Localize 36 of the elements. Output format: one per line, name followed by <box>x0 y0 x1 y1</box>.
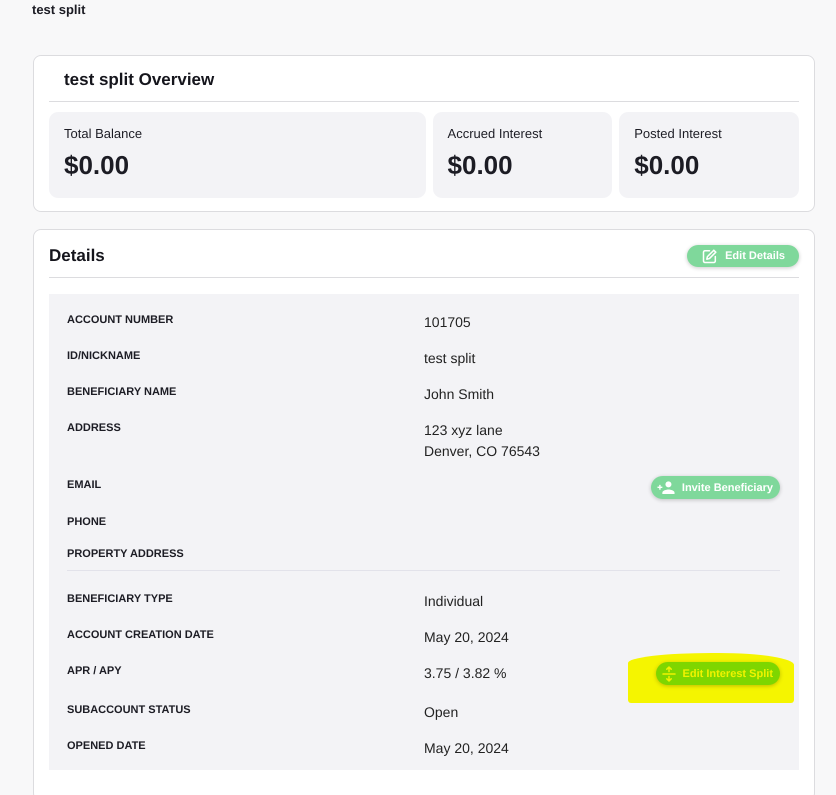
stat-value: $0.00 <box>448 150 514 180</box>
field-label: BENEFICIARY NAME <box>67 385 178 400</box>
add-person-icon <box>656 481 675 494</box>
field-value: test split <box>424 349 476 368</box>
field-label: PHONE <box>67 515 108 530</box>
edit-interest-split-button[interactable]: Edit Interest Split <box>656 662 780 685</box>
field-value: Open <box>424 702 460 722</box>
page-title: test split <box>32 2 86 18</box>
field-value: Individual <box>424 592 484 611</box>
field-label: APR / APY <box>67 664 123 679</box>
invite-beneficiary-button[interactable]: Invite Beneficiary <box>650 476 780 499</box>
field-label: ID/NICKNAME <box>67 349 142 364</box>
field-value: 3.75 / 3.82 % <box>424 664 508 683</box>
field-value: John Smith <box>424 385 496 404</box>
field-label: ADDRESS <box>67 421 122 436</box>
field-value: 101705 <box>424 313 472 332</box>
field-value: May 20, 2024 <box>424 628 510 647</box>
split-arrows-icon <box>662 666 676 682</box>
field-label: SUBACCOUNT STATUS <box>67 702 192 718</box>
edit-details-button[interactable]: Edit Details <box>687 245 799 267</box>
field-label: EMAIL <box>67 478 102 493</box>
field-label: OPENED DATE <box>67 738 147 754</box>
stat-label: Accrued Interest <box>448 126 544 142</box>
field-label: ACCOUNT NUMBER <box>67 313 174 328</box>
field-value: 123 xyz lane Denver, CO 76543 <box>424 421 541 461</box>
stat-value: $0.00 <box>634 150 700 180</box>
field-label: ACCOUNT CREATION DATE <box>67 628 215 643</box>
edit-icon <box>702 248 718 264</box>
stat-label: Posted Interest <box>634 126 723 142</box>
details-title: Details <box>49 245 105 267</box>
field-value: May 20, 2024 <box>424 738 510 758</box>
field-label: BENEFICIARY TYPE <box>67 592 174 607</box>
overview-title: test split Overview <box>64 69 216 91</box>
stat-value: $0.00 <box>64 150 130 180</box>
stat-label: Total Balance <box>64 126 144 142</box>
field-label: PROPERTY ADDRESS <box>67 547 185 562</box>
